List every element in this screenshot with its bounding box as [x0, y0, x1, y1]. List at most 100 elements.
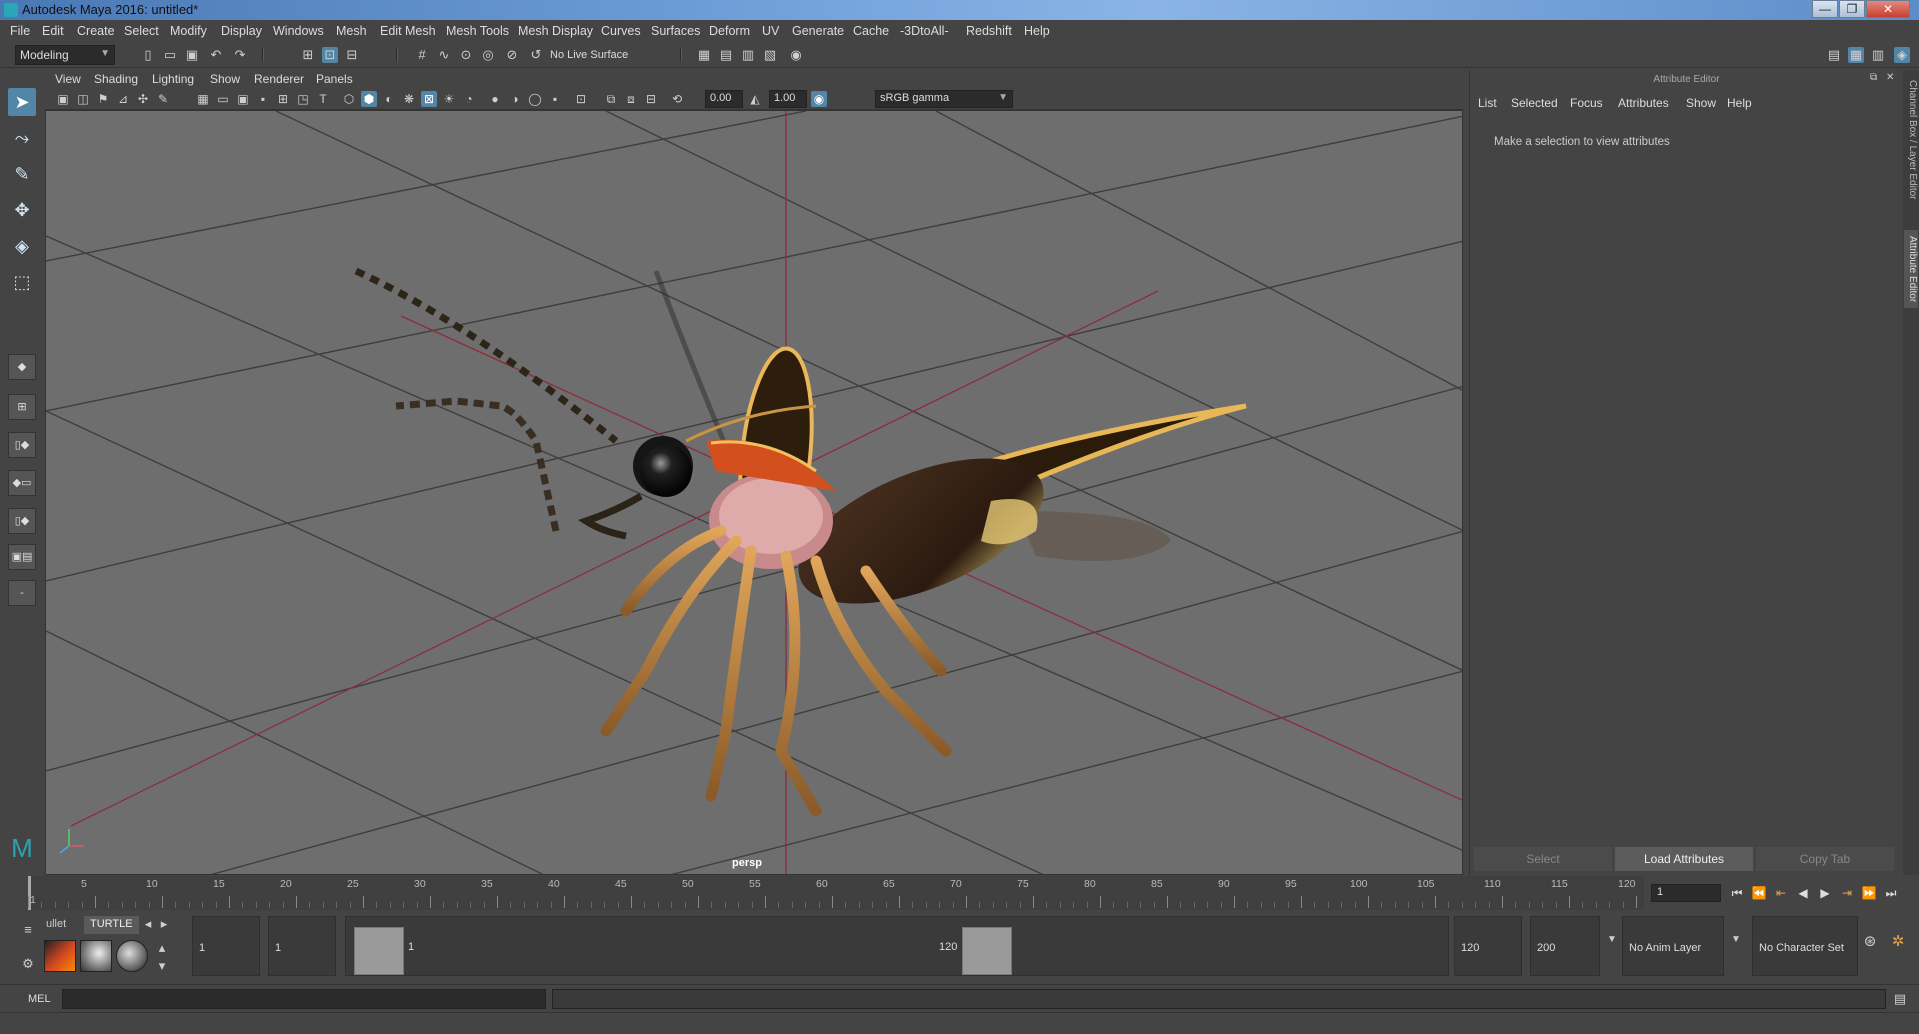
- depth-of-field-icon[interactable]: ▪: [547, 91, 563, 107]
- isolate-select-icon[interactable]: ⊡: [573, 91, 589, 107]
- rotate-tool-icon[interactable]: ◈: [8, 232, 36, 260]
- close-panel-icon[interactable]: ✕: [1886, 72, 1894, 83]
- menu-help[interactable]: Help: [1024, 24, 1050, 38]
- menu-modify[interactable]: Modify: [170, 24, 207, 38]
- animation-end-field[interactable]: 200: [1530, 916, 1600, 976]
- four-view-layout-icon[interactable]: ⊞: [8, 394, 36, 420]
- two-d-pan-icon[interactable]: ✣: [135, 91, 151, 107]
- character-set-dropdown[interactable]: No Character Set: [1752, 916, 1858, 976]
- paint-select-tool-icon[interactable]: ✎: [8, 160, 36, 188]
- xray-joints-icon[interactable]: ⧈: [623, 91, 639, 107]
- lasso-tool-icon[interactable]: ⤳: [8, 124, 36, 152]
- ipr-render-icon[interactable]: ▤: [718, 47, 734, 63]
- redo-icon[interactable]: ↷: [232, 47, 248, 63]
- ae-menu-selected[interactable]: Selected: [1511, 96, 1558, 110]
- snap-live-icon[interactable]: ⊘: [504, 47, 520, 63]
- turtle-bake-icon[interactable]: [80, 940, 112, 972]
- menu-windows[interactable]: Windows: [273, 24, 324, 38]
- vp-menu-view[interactable]: View: [55, 72, 81, 86]
- shelf-settings-icon[interactable]: ⚙: [20, 956, 36, 972]
- image-plane-icon[interactable]: ⊿: [115, 91, 131, 107]
- menu-file[interactable]: File: [10, 24, 30, 38]
- minimize-button[interactable]: —: [1812, 0, 1838, 18]
- chevron-down-icon[interactable]: ▼: [1604, 932, 1620, 948]
- menu-mesh[interactable]: Mesh: [336, 24, 367, 38]
- step-forward-frame-icon[interactable]: ⇥: [1838, 884, 1856, 902]
- restore-button[interactable]: ❐: [1839, 0, 1865, 18]
- animation-start-field[interactable]: 1: [192, 916, 260, 976]
- menuset-dropdown[interactable]: Modeling ▼: [15, 45, 115, 65]
- chevron-down-icon[interactable]: ▼: [1728, 932, 1744, 948]
- gamma-field[interactable]: 1.00: [769, 90, 807, 108]
- exposure-reset-icon[interactable]: ⟲: [669, 91, 685, 107]
- textured-icon[interactable]: ⊠: [421, 91, 437, 107]
- shelf-tab-turtle[interactable]: TURTLE: [84, 916, 139, 934]
- menu-select[interactable]: Select: [124, 24, 159, 38]
- default-material-icon[interactable]: ❋: [401, 91, 417, 107]
- single-perspective-layout-icon[interactable]: ◆: [8, 354, 36, 380]
- ae-menu-attributes[interactable]: Attributes: [1618, 96, 1669, 110]
- load-attributes-button[interactable]: Load Attributes: [1615, 847, 1753, 871]
- xray-icon[interactable]: ⧉: [603, 91, 619, 107]
- menu-generate[interactable]: Generate: [792, 24, 844, 38]
- script-editor-icon[interactable]: ▤: [1892, 991, 1908, 1007]
- grid-toggle-icon[interactable]: ▦: [195, 91, 211, 107]
- camera-lock-icon[interactable]: ◫: [75, 91, 91, 107]
- menu-edit-mesh[interactable]: Edit Mesh: [380, 24, 436, 38]
- step-back-key-icon[interactable]: ⏪: [1750, 884, 1768, 902]
- mel-label[interactable]: MEL: [28, 993, 51, 1005]
- menu-create[interactable]: Create: [77, 24, 115, 38]
- grease-pencil-icon[interactable]: ✎: [155, 91, 171, 107]
- command-input[interactable]: [62, 989, 546, 1009]
- render-settings-icon[interactable]: ▥: [740, 47, 756, 63]
- exposure-field[interactable]: 0.00: [705, 90, 743, 108]
- range-slider[interactable]: 1 120: [345, 916, 1449, 976]
- persp-outliner-layout-icon[interactable]: ▯◆: [8, 432, 36, 458]
- range-start-handle[interactable]: [354, 927, 404, 975]
- shelf-down-icon[interactable]: ▾: [154, 958, 170, 974]
- color-management-icon[interactable]: ◉: [811, 91, 827, 107]
- new-scene-icon[interactable]: ▯: [140, 47, 156, 63]
- snap-point-icon[interactable]: ⊙: [458, 47, 474, 63]
- menu-deform[interactable]: Deform: [709, 24, 750, 38]
- wireframe-icon[interactable]: ⬡: [341, 91, 357, 107]
- channel-box-toggle-icon[interactable]: ◈: [1894, 47, 1910, 63]
- scale-tool-icon[interactable]: ⬚: [8, 268, 36, 296]
- close-button[interactable]: ✕: [1866, 0, 1910, 18]
- use-all-lights-icon[interactable]: ☀: [441, 91, 457, 107]
- select-button[interactable]: Select: [1474, 847, 1612, 871]
- anti-aliasing-icon[interactable]: ◯: [527, 91, 543, 107]
- menu-surfaces[interactable]: Surfaces: [651, 24, 700, 38]
- shelf-up-icon[interactable]: ▴: [154, 940, 170, 956]
- select-tool-icon[interactable]: ➤: [8, 88, 36, 116]
- go-to-start-icon[interactable]: ⏮: [1728, 884, 1746, 902]
- shadows-icon[interactable]: ◔: [461, 91, 477, 107]
- tab-attribute-editor[interactable]: Attribute Editor: [1904, 230, 1918, 309]
- custom-layout-icon[interactable]: -: [8, 580, 36, 606]
- camera-select-icon[interactable]: ▣: [55, 91, 71, 107]
- auto-key-icon[interactable]: ⊛: [1862, 934, 1878, 950]
- turtle-sphere-icon[interactable]: [116, 940, 148, 972]
- render-current-icon[interactable]: ▦: [696, 47, 712, 63]
- hypershade-icon[interactable]: ▧: [762, 47, 778, 63]
- persp-graph-layout-icon[interactable]: ◆▭: [8, 470, 36, 496]
- safe-action-icon[interactable]: ◳: [295, 91, 311, 107]
- go-to-end-icon[interactable]: ⏭: [1882, 884, 1900, 902]
- tab-channel-box[interactable]: Channel Box / Layer Editor: [1904, 80, 1918, 200]
- view-transform-dropdown[interactable]: sRGB gamma ▼: [875, 90, 1013, 108]
- current-frame-field[interactable]: 1: [1651, 884, 1721, 902]
- perspective-viewport[interactable]: persp: [45, 110, 1463, 875]
- menu-mesh-tools[interactable]: Mesh Tools: [446, 24, 509, 38]
- shelf-scroll-left-icon[interactable]: ◂: [140, 916, 156, 932]
- menu-curves[interactable]: Curves: [601, 24, 641, 38]
- attribute-editor-toggle-icon[interactable]: ▦: [1848, 47, 1864, 63]
- make-live-icon[interactable]: ↺: [528, 47, 544, 63]
- play-forwards-icon[interactable]: ▶: [1816, 884, 1834, 902]
- shelf-tab-bullet[interactable]: ullet: [40, 916, 72, 934]
- safe-title-icon[interactable]: T: [315, 91, 331, 107]
- modeling-toolkit-icon[interactable]: ▤: [1826, 47, 1842, 63]
- render-sphere-icon[interactable]: ◉: [788, 47, 804, 63]
- time-slider[interactable]: 5 10 15 20 25 30 35 40 45 50 55 60 65 70…: [28, 876, 1644, 910]
- float-panel-icon[interactable]: ⧉: [1870, 72, 1877, 83]
- anim-layer-dropdown[interactable]: No Anim Layer: [1622, 916, 1724, 976]
